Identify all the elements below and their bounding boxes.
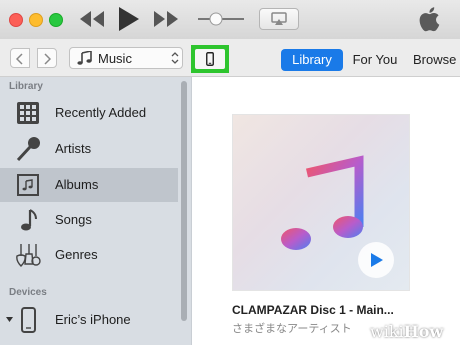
minimize-window-button[interactable]	[29, 13, 43, 27]
album-icon	[17, 174, 39, 196]
sidebar-item-label: Artists	[55, 141, 92, 156]
airplay-button[interactable]	[259, 8, 299, 30]
album-artwork[interactable]	[232, 114, 410, 291]
media-kind-select[interactable]: Music	[69, 47, 183, 69]
close-window-button[interactable]	[9, 13, 23, 27]
sidebar-item-artists[interactable]: Artists	[0, 132, 178, 166]
sidebar-item-erics-iphone[interactable]: Eric’s iPhone	[0, 303, 178, 337]
sidebar: Library Recently Added Artists Albums So…	[0, 77, 192, 345]
sidebar-item-albums[interactable]: Albums	[0, 168, 178, 202]
device-button-highlight	[191, 45, 229, 73]
devices-section-title: Devices	[9, 287, 47, 298]
updown-chevron-icon	[171, 52, 179, 64]
album-play-button[interactable]	[358, 242, 394, 278]
sidebar-scrollbar[interactable]	[181, 81, 187, 321]
wikihow-watermark: wikiHow	[370, 322, 460, 345]
device-button[interactable]	[195, 49, 225, 69]
music-note-artwork-icon	[281, 155, 364, 250]
back-button[interactable]	[10, 48, 30, 68]
music-note-icon	[21, 209, 37, 231]
toolbar: Music Library For You Browse	[0, 39, 460, 77]
watermark-part2: How	[403, 322, 444, 341]
title-bar	[0, 0, 460, 39]
library-content: CLAMPAZAR Disc 1 - Main... さまざまなアーティスト	[192, 77, 460, 345]
iphone-icon	[21, 307, 36, 333]
tab-library[interactable]: Library	[281, 49, 343, 71]
album-artist[interactable]: さまざまなアーティスト	[232, 320, 352, 336]
airplay-icon	[271, 12, 287, 25]
play-icon	[371, 253, 383, 267]
media-kind-label: Music	[98, 51, 132, 66]
play-icon[interactable]	[117, 5, 141, 33]
watermark-part1: wiki	[370, 322, 404, 341]
chevron-right-icon	[44, 53, 51, 65]
sidebar-item-label: Genres	[55, 247, 98, 262]
sidebar-item-label: Songs	[55, 212, 92, 227]
sidebar-item-label: Albums	[55, 177, 99, 192]
apple-logo-icon	[419, 7, 440, 32]
sidebar-item-recently-added[interactable]: Recently Added	[0, 96, 178, 130]
album-title[interactable]: CLAMPAZAR Disc 1 - Main...	[232, 303, 394, 317]
fast-forward-icon[interactable]	[152, 9, 180, 29]
grid-icon	[17, 102, 39, 124]
rewind-icon[interactable]	[78, 9, 106, 29]
zoom-window-button[interactable]	[49, 13, 63, 27]
music-note-icon	[77, 51, 92, 65]
library-section-title: Library	[9, 81, 43, 92]
chevron-left-icon	[16, 53, 23, 65]
forward-button[interactable]	[37, 48, 57, 68]
microphone-icon	[16, 137, 40, 162]
tab-browse[interactable]: Browse	[413, 49, 460, 71]
guitar-icon	[16, 244, 41, 267]
disclosure-triangle-icon[interactable]	[6, 316, 13, 323]
sidebar-item-songs[interactable]: Songs	[0, 203, 178, 237]
sidebar-item-label: Recently Added	[55, 105, 147, 120]
sidebar-item-label: Eric’s iPhone	[55, 312, 131, 327]
iphone-icon	[206, 52, 214, 66]
tab-for-you[interactable]: For You	[346, 49, 404, 71]
volume-slider[interactable]	[198, 12, 244, 26]
sidebar-item-genres[interactable]: Genres	[0, 238, 178, 272]
